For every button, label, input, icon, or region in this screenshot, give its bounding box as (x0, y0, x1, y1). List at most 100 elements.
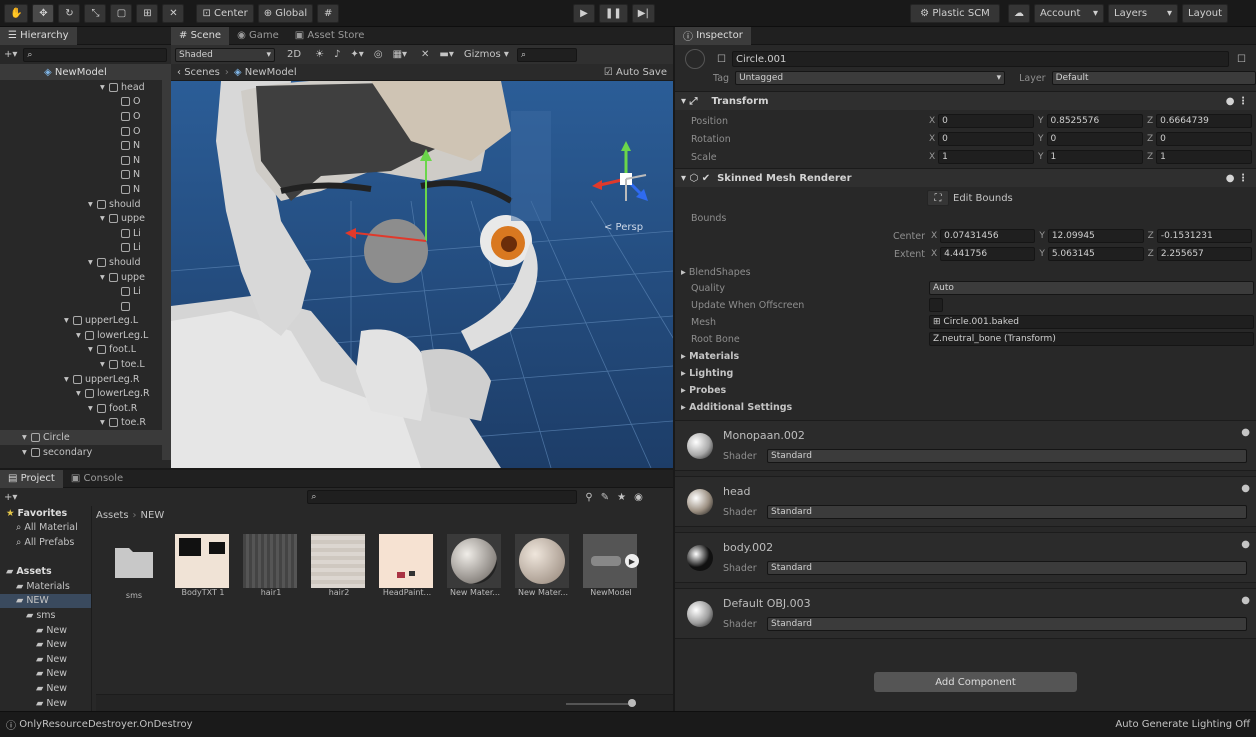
vector-y-field[interactable]: 5.063145 (1047, 247, 1144, 261)
custom-tool-button[interactable]: ✕ (162, 4, 185, 23)
foldout-arrow-icon[interactable]: ▾ (100, 272, 109, 283)
effects-icon[interactable]: ✦▾ (350, 49, 363, 60)
hierarchy-item[interactable]: Li (0, 226, 162, 241)
vector-y-field[interactable]: 1 (1046, 150, 1143, 164)
foldout-arrow-icon[interactable]: ▾ (100, 417, 109, 428)
mesh-field[interactable]: ⊞ Circle.001.baked (929, 315, 1254, 330)
material-settings-icon[interactable]: ● (1241, 483, 1250, 494)
update-offscreen-checkbox[interactable] (929, 298, 943, 313)
foldout-arrow-icon[interactable]: ▾ (22, 447, 31, 458)
project-tree-item[interactable]: ★ Favorites (0, 506, 91, 521)
project-tree-item[interactable]: ▰ New (0, 652, 91, 667)
hierarchy-item[interactable]: O (0, 109, 162, 124)
hierarchy-item[interactable]: ▾ uppe (0, 211, 162, 226)
asset-item[interactable]: BodyTXT 1 (175, 534, 231, 604)
hierarchy-item[interactable]: ▾ toe.R (0, 416, 162, 431)
hierarchy-item[interactable] (0, 299, 162, 314)
vector-y-field[interactable]: 0.8525576 (1046, 114, 1143, 128)
project-tree-item[interactable]: ⌕ All Prefabs (0, 535, 91, 550)
material-settings-icon[interactable]: ● (1241, 595, 1250, 606)
breadcrumb-scenes[interactable]: Scenes (184, 67, 220, 78)
breadcrumb-assets[interactable]: Assets (96, 510, 129, 521)
layout-dropdown[interactable]: Layout (1182, 4, 1228, 23)
hierarchy-item[interactable]: N (0, 153, 162, 168)
filter-label-icon[interactable]: ✎ (601, 492, 609, 503)
hierarchy-item[interactable]: ▾ uppe (0, 270, 162, 285)
project-tree-item[interactable]: ▰ New (0, 667, 91, 682)
hierarchy-item[interactable]: ▾ secondary (0, 445, 162, 460)
hierarchy-item[interactable]: ▾ should (0, 255, 162, 270)
foldout-arrow-icon[interactable]: ▾ (88, 344, 97, 355)
scene-viewport[interactable]: < Persp (171, 81, 673, 468)
hierarchy-item[interactable]: ▾ foot.R (0, 401, 162, 416)
vector-z-field[interactable]: 2.255657 (1156, 247, 1252, 261)
axis-y-label[interactable]: Y (1039, 249, 1045, 259)
edit-bounds-button[interactable]: ⛶ (927, 190, 949, 206)
project-tree-item[interactable]: ▰ New (0, 681, 91, 696)
pivot-global-button[interactable]: ⊕ Global (257, 4, 314, 23)
camera-icon[interactable]: ▬▾ (439, 49, 453, 60)
rect-tool-button[interactable]: ▢ (110, 4, 133, 23)
hierarchy-item[interactable]: ▾ foot.L (0, 343, 162, 358)
pivot-center-button[interactable]: ⊡ Center (196, 4, 254, 23)
foldout-arrow-icon[interactable]: ▾ (100, 213, 109, 224)
light-icon[interactable]: ☀ (315, 49, 324, 60)
hierarchy-search-input[interactable]: ⌕ (23, 47, 167, 62)
asset-item[interactable]: hair1 (243, 534, 299, 604)
filter-type-icon[interactable]: ⚲ (585, 492, 592, 503)
add-component-button[interactable]: Add Component (874, 672, 1077, 692)
shader-dropdown[interactable]: Standard (767, 616, 1247, 631)
account-dropdown[interactable]: Account ▾ (1034, 4, 1104, 23)
foldout-arrow-icon[interactable]: ▾ (88, 257, 97, 268)
active-checkbox[interactable]: ☐ (717, 54, 726, 65)
vector-z-field[interactable]: 0 (1156, 132, 1252, 146)
project-tree-item[interactable]: ▰ sms (0, 608, 91, 623)
add-icon[interactable]: +▾ (4, 49, 17, 60)
hierarchy-item[interactable]: ▾ head (0, 80, 162, 95)
layers-dropdown[interactable]: Layers ▾ (1108, 4, 1178, 23)
hierarchy-item[interactable]: ▾ should (0, 197, 162, 212)
hierarchy-item[interactable]: N (0, 182, 162, 197)
scale-tool-button[interactable]: ⤡ (84, 4, 107, 23)
vector-x-field[interactable]: 0 (938, 132, 1034, 146)
tools-icon[interactable]: ✕ (421, 49, 429, 60)
asset-item[interactable]: HeadPaint... (379, 534, 435, 604)
hierarchy-item[interactable]: Li (0, 241, 162, 256)
hierarchy-item[interactable]: ▾ toe.L (0, 357, 162, 372)
vector-y-field[interactable]: 0 (1046, 132, 1143, 146)
lighting-foldout[interactable]: ▸ Lighting (675, 365, 1256, 382)
vector-x-field[interactable]: 0 (938, 114, 1034, 128)
tab-scene[interactable]: # Scene (171, 26, 230, 45)
skinned-mesh-renderer-header[interactable]: ▾ ⬡ ✔ Skinned Mesh Renderer ● ⋮ (675, 169, 1256, 187)
project-tree-item[interactable]: ▰ Materials (0, 579, 91, 594)
project-tree-item[interactable] (0, 550, 91, 565)
project-tree-item[interactable]: ▰ New (0, 696, 91, 711)
vector-x-field[interactable]: 1 (938, 150, 1034, 164)
step-button[interactable]: ▶| (631, 4, 655, 23)
star-icon[interactable]: ★ (617, 492, 626, 503)
slider-handle[interactable] (628, 699, 636, 707)
blendshapes-foldout[interactable]: ▸ BlendShapes (675, 265, 1256, 280)
hidden-icon[interactable]: ◎ (374, 49, 383, 60)
hierarchy-root[interactable]: ◈ NewModel (0, 64, 171, 80)
tab-project[interactable]: ▤ Project (0, 469, 63, 488)
shader-dropdown[interactable]: Standard (767, 448, 1247, 463)
foldout-arrow-icon[interactable]: ▾ (88, 403, 97, 414)
transform-tool-button[interactable]: ⊞ (136, 4, 159, 23)
material-settings-icon[interactable]: ● (1241, 539, 1250, 550)
asset-item[interactable]: sms (107, 534, 161, 604)
persp-label[interactable]: < Persp (604, 222, 643, 233)
material-settings-icon[interactable]: ● (1241, 427, 1250, 438)
transform-header[interactable]: ▾ ⤢ Transform ● ⋮ (675, 92, 1256, 110)
axis-x-label[interactable]: X (929, 134, 935, 144)
asset-item[interactable]: New Mater... (515, 534, 571, 604)
project-tree-item[interactable]: ▰ Assets (0, 564, 91, 579)
gizmos-dropdown[interactable]: Gizmos ▾ (464, 49, 509, 60)
tab-hierarchy[interactable]: ☰ Hierarchy (0, 26, 77, 45)
hierarchy-item[interactable]: N (0, 138, 162, 153)
foldout-arrow-icon[interactable]: ▾ (100, 359, 109, 370)
axis-x-label[interactable]: X (929, 116, 935, 126)
project-tree-item[interactable]: ▰ New (0, 637, 91, 652)
foldout-arrow-icon[interactable]: ▾ (76, 388, 85, 399)
axis-z-label[interactable]: Z (1147, 116, 1153, 126)
